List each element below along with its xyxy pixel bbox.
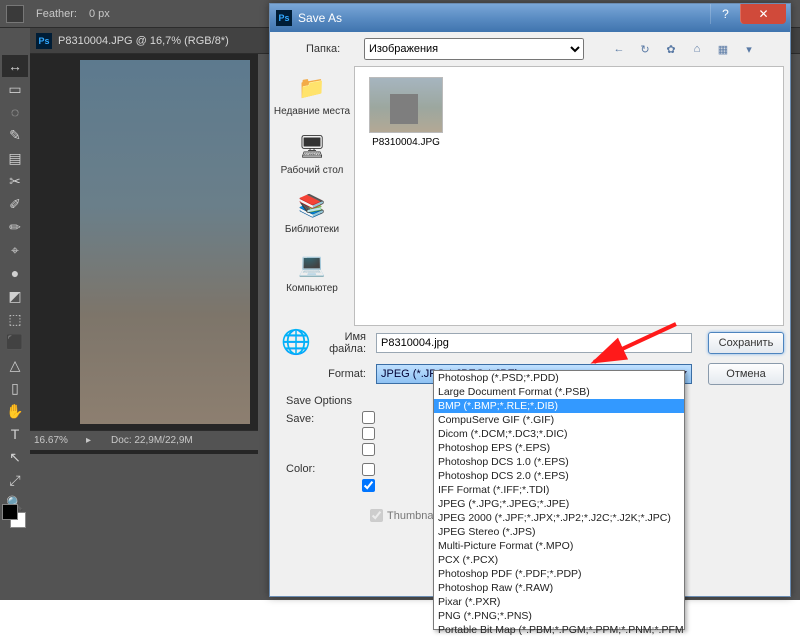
save-options-label: Save Options bbox=[276, 393, 362, 407]
format-option[interactable]: PNG (*.PNG;*.PNS) bbox=[434, 609, 684, 623]
ps-file-icon: Ps bbox=[36, 33, 52, 49]
status-bar: 16.67% ▸ Doc: 22,9M/22,9M bbox=[30, 430, 258, 450]
places-icon: 📚 bbox=[294, 190, 330, 222]
format-option[interactable]: JPEG 2000 (*.JPF;*.JPX;*.JP2;*.J2C;*.J2K… bbox=[434, 511, 684, 525]
help-button[interactable]: ? bbox=[710, 4, 740, 24]
save-option-checkbox-3[interactable] bbox=[362, 443, 375, 456]
format-option[interactable]: JPEG (*.JPG;*.JPEG;*.JPE) bbox=[434, 497, 684, 511]
file-thumbnail bbox=[369, 77, 443, 133]
file-item[interactable]: P8310004.JPG bbox=[365, 77, 447, 148]
document-image bbox=[80, 60, 250, 424]
format-label: Format: bbox=[316, 368, 376, 380]
tool-7[interactable]: ✏ bbox=[2, 216, 28, 238]
fg-color-swatch[interactable] bbox=[2, 504, 18, 520]
format-option[interactable]: Photoshop PDF (*.PDF;*.PDP) bbox=[434, 567, 684, 581]
format-dropdown-list[interactable]: Photoshop (*.PSD;*.PDD)Large Document Fo… bbox=[433, 370, 685, 630]
feather-label: Feather: bbox=[36, 8, 77, 20]
format-option[interactable]: Photoshop DCS 2.0 (*.EPS) bbox=[434, 469, 684, 483]
places-item-3[interactable]: 💻 Компьютер bbox=[272, 245, 352, 304]
format-option[interactable]: PCX (*.PCX) bbox=[434, 553, 684, 567]
folder-toolbar-icon-4[interactable]: ▦ bbox=[714, 40, 732, 58]
save-button[interactable]: Сохранить bbox=[708, 332, 784, 354]
filename-input[interactable] bbox=[376, 333, 692, 353]
folder-toolbar-icon-0[interactable]: ← bbox=[610, 40, 628, 58]
folder-toolbar-icon-3[interactable]: ⌂ bbox=[688, 40, 706, 58]
tool-12[interactable]: ⬛ bbox=[2, 331, 28, 353]
tool-3[interactable]: ✎ bbox=[2, 124, 28, 146]
format-option[interactable]: Photoshop Raw (*.RAW) bbox=[434, 581, 684, 595]
dialog-title: Save As bbox=[298, 11, 342, 25]
tool-11[interactable]: ⬚ bbox=[2, 308, 28, 330]
save-label: Save: bbox=[276, 411, 362, 459]
places-icon: 🖥 bbox=[294, 131, 330, 163]
tool-4[interactable]: ▤ bbox=[2, 147, 28, 169]
canvas-area[interactable] bbox=[30, 54, 258, 454]
tool-8[interactable]: ⌖ bbox=[2, 239, 28, 261]
thumbnail-checkbox bbox=[370, 509, 383, 522]
format-option[interactable]: Photoshop EPS (*.EPS) bbox=[434, 441, 684, 455]
format-option[interactable]: Dicom (*.DCM;*.DC3;*.DIC) bbox=[434, 427, 684, 441]
zoom-value[interactable]: 16.67% bbox=[30, 435, 86, 446]
places-icon: 💻 bbox=[294, 249, 330, 281]
color-option-checkbox-1[interactable] bbox=[362, 463, 375, 476]
folder-label: Папка: bbox=[306, 43, 356, 55]
close-button[interactable]: ✕ bbox=[740, 4, 786, 24]
tool-15[interactable]: ✋ bbox=[2, 400, 28, 422]
filename-label: Имя файла: bbox=[316, 331, 376, 355]
format-option[interactable]: Multi-Picture Format (*.MPO) bbox=[434, 539, 684, 553]
tool-9[interactable]: ● bbox=[2, 262, 28, 284]
tool-0[interactable]: ↔ bbox=[2, 55, 28, 77]
doc-size: Doc: 22,9M/22,9M bbox=[91, 435, 193, 446]
places-item-0[interactable]: 📁 Недавние места bbox=[272, 68, 352, 127]
places-item-2[interactable]: 📚 Библиотеки bbox=[272, 186, 352, 245]
format-option[interactable]: CompuServe GIF (*.GIF) bbox=[434, 413, 684, 427]
places-item-1[interactable]: 🖥 Рабочий стол bbox=[272, 127, 352, 186]
web-icon: 🌐 bbox=[276, 328, 316, 357]
save-option-checkbox-1[interactable] bbox=[362, 411, 375, 424]
color-label: Color: bbox=[276, 463, 362, 495]
selection-preview bbox=[6, 5, 24, 23]
tool-18[interactable]: ⤢ bbox=[2, 469, 28, 491]
file-browser[interactable]: P8310004.JPG bbox=[354, 66, 784, 326]
folder-select[interactable]: Изображения bbox=[364, 38, 584, 60]
cancel-button[interactable]: Отмена bbox=[708, 363, 784, 385]
format-option[interactable]: Photoshop DCS 1.0 (*.EPS) bbox=[434, 455, 684, 469]
places-icon: 📁 bbox=[294, 72, 330, 104]
color-swatches[interactable] bbox=[2, 504, 28, 530]
document-tab-label: P8310004.JPG @ 16,7% (RGB/8*) bbox=[58, 35, 229, 47]
places-label: Рабочий стол bbox=[272, 165, 352, 176]
tool-5[interactable]: ✂ bbox=[2, 170, 28, 192]
dialog-titlebar[interactable]: Ps Save As ? ✕ bbox=[270, 4, 790, 32]
folder-toolbar-icon-5[interactable]: ▾ bbox=[740, 40, 758, 58]
tool-10[interactable]: ◩ bbox=[2, 285, 28, 307]
format-option[interactable]: JPEG Stereo (*.JPS) bbox=[434, 525, 684, 539]
tool-16[interactable]: T bbox=[2, 423, 28, 445]
places-label: Компьютер bbox=[272, 283, 352, 294]
folder-toolbar-icon-2[interactable]: ✿ bbox=[662, 40, 680, 58]
folder-toolbar-icon-1[interactable]: ↻ bbox=[636, 40, 654, 58]
places-label: Недавние места bbox=[272, 106, 352, 117]
tool-14[interactable]: ▯ bbox=[2, 377, 28, 399]
save-option-checkbox-2[interactable] bbox=[362, 427, 375, 440]
format-option[interactable]: Photoshop (*.PSD;*.PDD) bbox=[434, 371, 684, 385]
tool-2[interactable]: ◌ bbox=[2, 101, 28, 123]
thumbnail-label: Thumbnail bbox=[387, 510, 438, 522]
feather-value: 0 px bbox=[89, 8, 110, 20]
tool-17[interactable]: ↖ bbox=[2, 446, 28, 468]
tool-6[interactable]: ✐ bbox=[2, 193, 28, 215]
format-option[interactable]: Pixar (*.PXR) bbox=[434, 595, 684, 609]
format-option[interactable]: IFF Format (*.IFF;*.TDI) bbox=[434, 483, 684, 497]
tool-1[interactable]: ▭ bbox=[2, 78, 28, 100]
format-option[interactable]: BMP (*.BMP;*.RLE;*.DIB) bbox=[434, 399, 684, 413]
folder-bar: Папка: Изображения ← ↻ ✿ ⌂ ▦ ▾ bbox=[270, 32, 790, 66]
format-option[interactable]: Large Document Format (*.PSB) bbox=[434, 385, 684, 399]
places-sidebar: 📁 Недавние места 🖥 Рабочий стол 📚 Библиотеки 💻… bbox=[270, 66, 354, 326]
places-label: Библиотеки bbox=[272, 224, 352, 235]
format-option[interactable]: Portable Bit Map (*.PBM;*.PGM;*.PPM;*.PN… bbox=[434, 623, 684, 637]
ps-app-icon: Ps bbox=[276, 10, 292, 26]
file-name: P8310004.JPG bbox=[365, 137, 447, 148]
tool-13[interactable]: △ bbox=[2, 354, 28, 376]
color-option-checkbox-2[interactable] bbox=[362, 479, 375, 492]
